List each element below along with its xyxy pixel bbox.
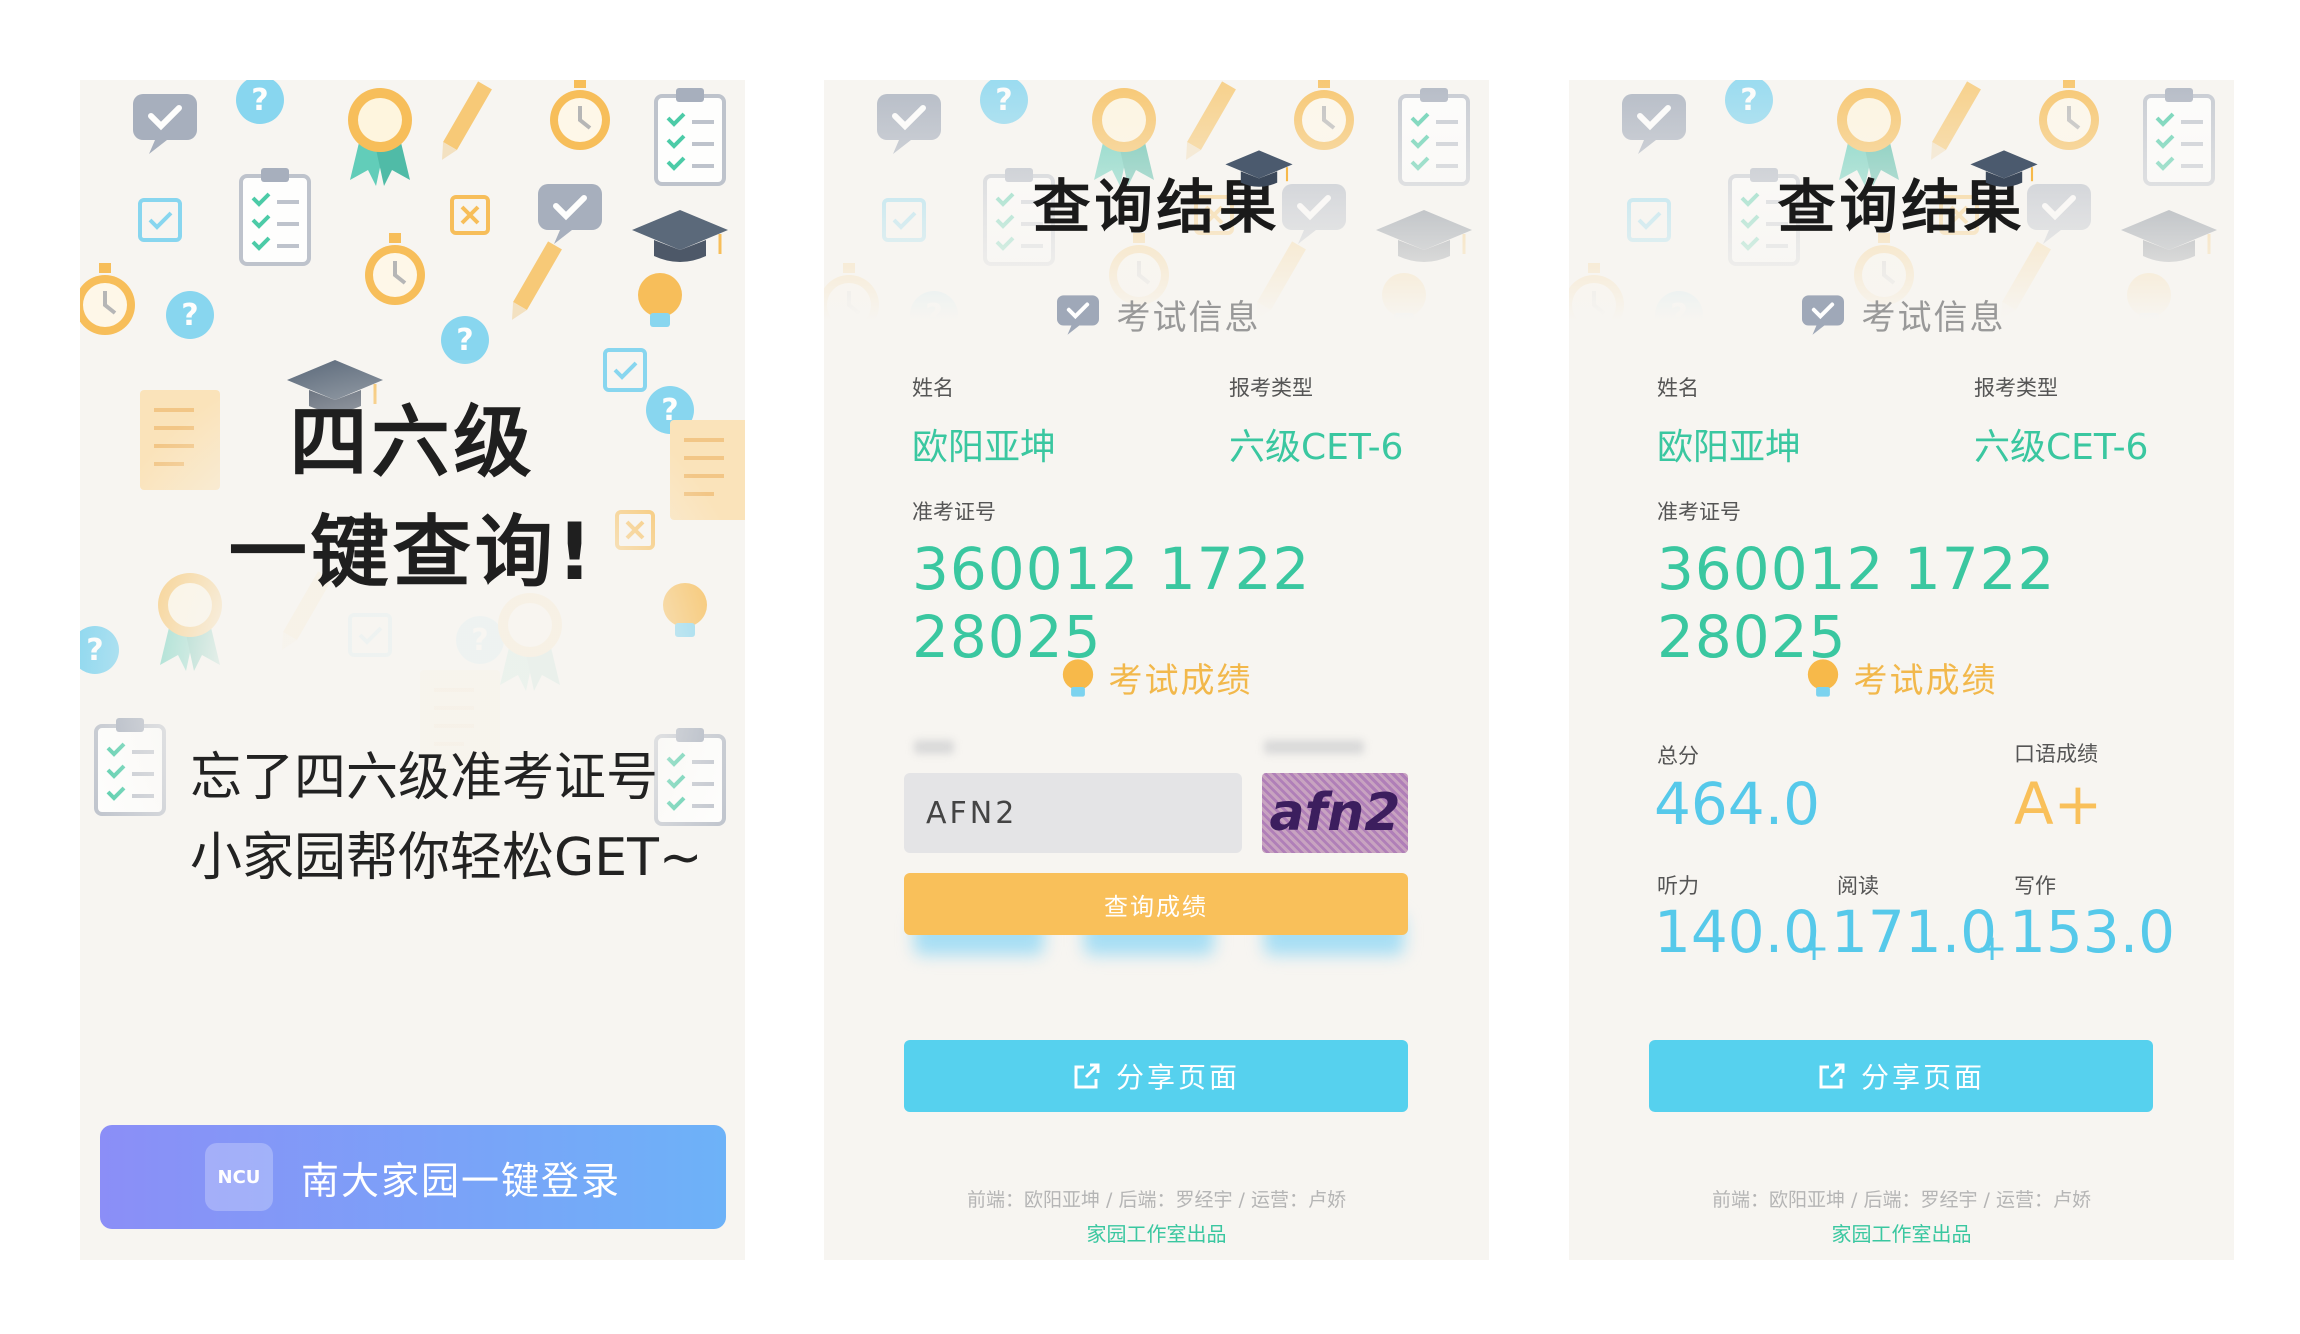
hero-subtitle-line2: 小家园帮你轻松GET~ [190, 828, 703, 888]
hero-title-line2: 一键查询! [228, 508, 597, 598]
blurred-label [914, 740, 954, 754]
name-value: 欧阳亚坤 [912, 427, 1057, 468]
captcha-screen: 查询结果 考试信息 姓名 欧阳亚坤 报考类型 六级CET-6 准考证号 3600… [824, 80, 1489, 1260]
share-page-label: 分享页面 [1115, 1061, 1240, 1094]
query-score-button[interactable]: 查询成绩 [904, 873, 1408, 935]
ticket-number-value: 360012 1722 28025 [912, 535, 1311, 671]
intro-screen: 四六级 一键查询! 忘了四六级准考证号 小家园帮你轻松GET~ NCU 南大家园… [80, 80, 745, 1260]
exam-score-heading-label: 考试成绩 [1853, 661, 1998, 701]
blurred-label [1264, 740, 1364, 754]
oral-grade-value: A+ [2014, 770, 2103, 838]
page-title: 查询结果 [1777, 173, 2026, 241]
graduation-cap-icon [1969, 149, 2039, 188]
total-score-value: 464.0 [1654, 770, 1821, 838]
login-button-label: 南大家园一键登录 [300, 1158, 621, 1203]
writing-value: 153.0 [2009, 898, 2176, 966]
exam-type-label: 报考类型 [1974, 376, 2058, 400]
share-page-label: 分享页面 [1860, 1061, 1985, 1094]
hero-title-line1: 四六级 [289, 398, 536, 488]
writing-label: 写作 [2014, 874, 2056, 898]
exam-score-heading: 考试成绩 [1569, 653, 2234, 702]
plus-sign: + [1799, 928, 1830, 969]
score-screen: 查询结果 考试信息 姓名 欧阳亚坤 报考类型 六级CET-6 准考证号 3600… [1569, 80, 2234, 1260]
exam-type-value: 六级CET-6 [1974, 427, 2149, 468]
check-bubble-icon [1799, 293, 1846, 336]
graduation-cap-icon [1224, 149, 1294, 188]
share-page-button[interactable]: 分享页面 [1649, 1040, 2153, 1112]
exam-type-label: 报考类型 [1229, 376, 1313, 400]
share-icon [1819, 1063, 1845, 1089]
page-title: 查询结果 [1032, 173, 1281, 241]
plus-sign: + [1977, 928, 2008, 969]
name-label: 姓名 [912, 376, 954, 400]
exam-score-heading-label: 考试成绩 [1108, 661, 1253, 701]
exam-info-heading-label: 考试信息 [1861, 298, 2006, 338]
studio-credit: 家园工作室出品 [1831, 1222, 1972, 1246]
exam-type-value: 六级CET-6 [1229, 427, 1404, 468]
credits: 前端：欧阳亚坤 / 后端：罗经宇 / 运营：卢娇 [967, 1189, 1346, 1211]
exam-info-heading: 考试信息 [824, 290, 1489, 339]
share-icon [1074, 1063, 1100, 1089]
captcha-image[interactable]: afn2 [1262, 773, 1408, 853]
hero-subtitle-line1: 忘了四六级准考证号 [190, 748, 659, 808]
check-bubble-icon [1054, 293, 1101, 336]
exam-info-heading: 考试信息 [1569, 290, 2234, 339]
name-value: 欧阳亚坤 [1657, 427, 1802, 468]
ncu-logo-icon: NCU [204, 1143, 273, 1211]
ncu-login-button[interactable]: NCU 南大家园一键登录 [100, 1125, 726, 1229]
exam-score-heading: 考试成绩 [824, 653, 1489, 702]
ticket-number-label: 准考证号 [1657, 500, 1741, 524]
studio-credit: 家园工作室出品 [1086, 1222, 1227, 1246]
lightbulb-icon [1062, 658, 1093, 697]
name-label: 姓名 [1657, 376, 1699, 400]
credits: 前端：欧阳亚坤 / 后端：罗经宇 / 运营：卢娇 [1712, 1189, 2091, 1211]
ticket-number-value: 360012 1722 28025 [1657, 535, 2056, 671]
captcha-input[interactable] [904, 773, 1242, 853]
ticket-number-label: 准考证号 [912, 500, 996, 524]
listening-value: 140.0 [1654, 898, 1821, 966]
oral-grade-label: 口语成绩 [2014, 742, 2098, 766]
reading-label: 阅读 [1837, 874, 1879, 898]
listening-label: 听力 [1657, 874, 1699, 898]
exam-info-heading-label: 考试信息 [1116, 298, 1261, 338]
lightbulb-icon [1807, 658, 1838, 697]
share-page-button[interactable]: 分享页面 [904, 1040, 1408, 1112]
reading-value: 171.0 [1831, 898, 1998, 966]
total-score-label: 总分 [1657, 744, 1699, 768]
